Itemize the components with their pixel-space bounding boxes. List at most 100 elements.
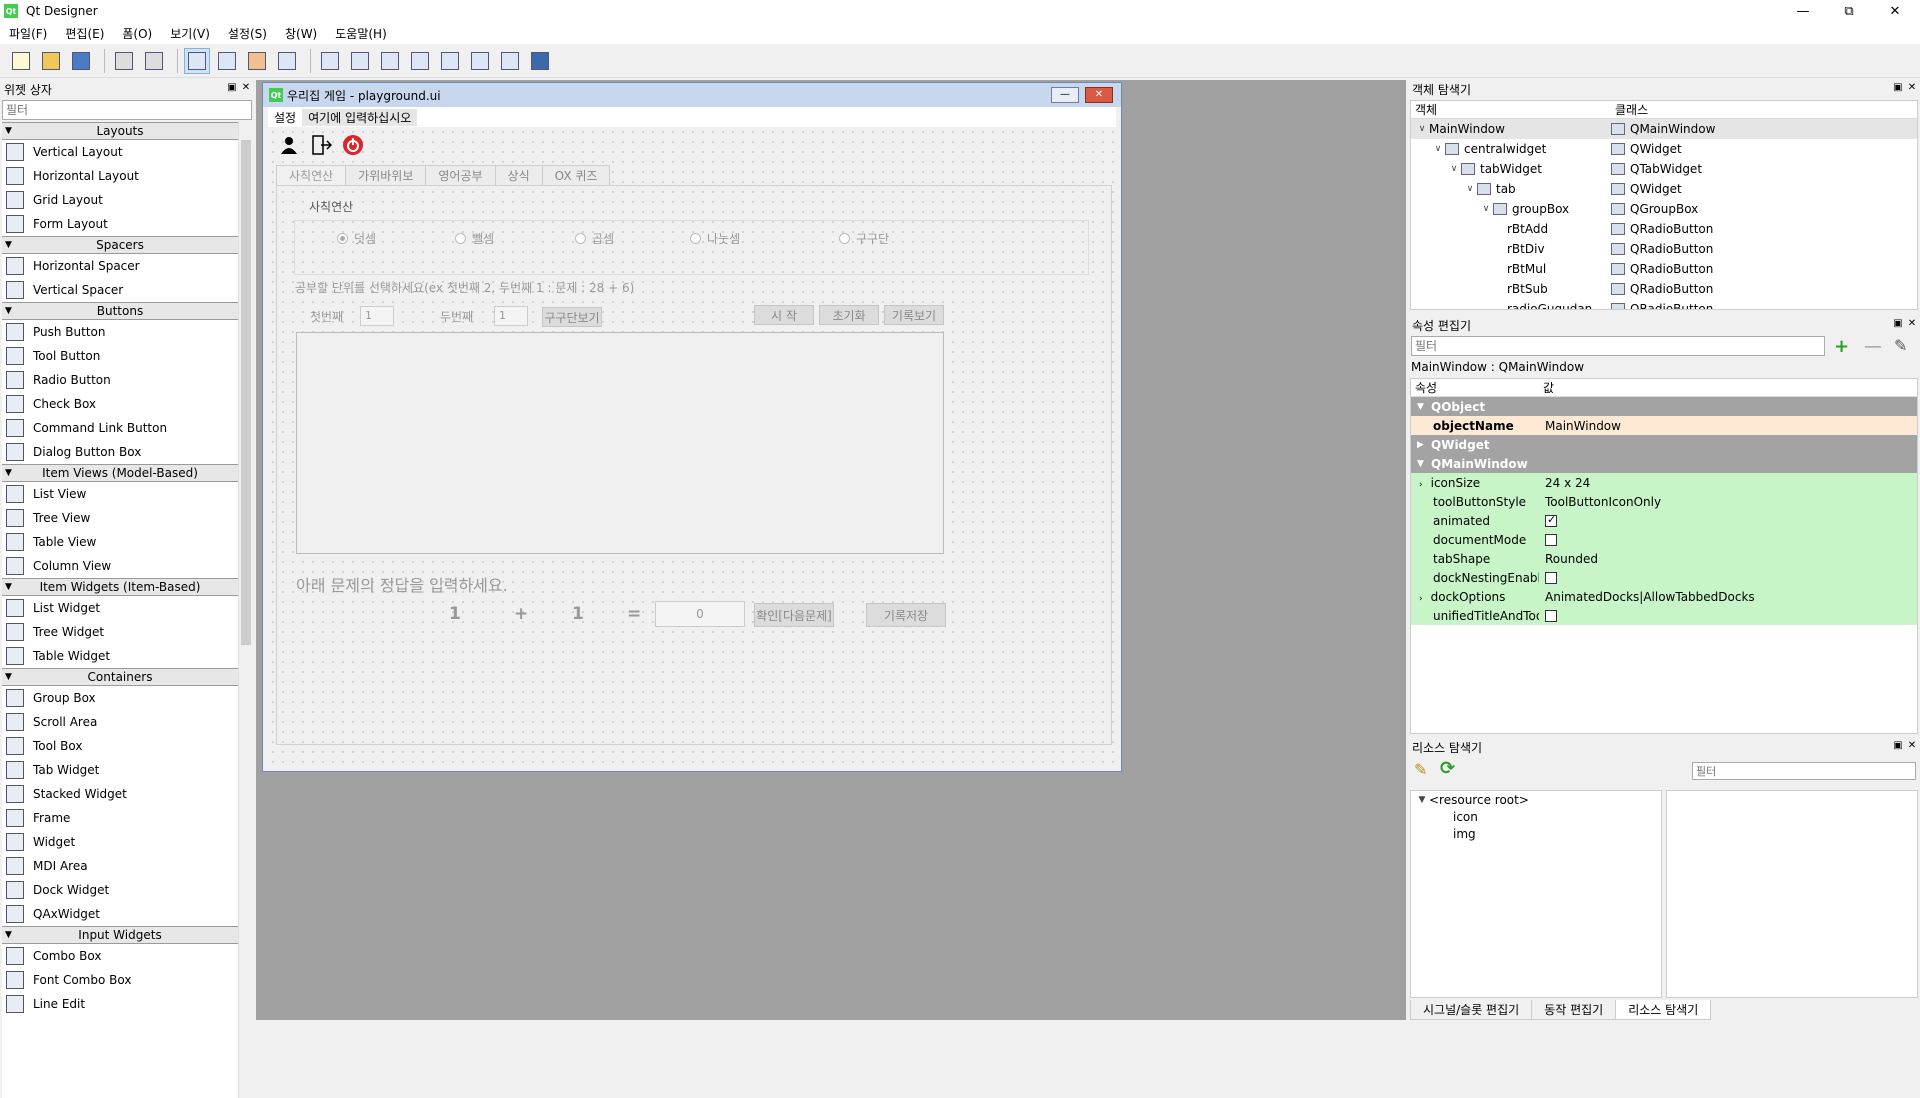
widget-item[interactable]: Tab Widget xyxy=(2,758,238,782)
widget-item[interactable]: Line Edit xyxy=(2,992,238,1016)
tab-arithmetic[interactable]: 사칙연산 xyxy=(276,165,347,185)
edit-tab-order-button[interactable] xyxy=(274,48,300,74)
property-value[interactable]: Rounded xyxy=(1539,552,1598,566)
open-file-button[interactable] xyxy=(38,48,64,74)
form-title-bar[interactable]: Qt 우리집 게임 - playground.ui — ✕ xyxy=(263,83,1121,107)
form-menu-type-here[interactable]: 여기에 입력하십시오 xyxy=(302,108,418,126)
widget-item[interactable]: List Widget xyxy=(2,596,238,620)
float-icon[interactable]: ▣ xyxy=(226,82,238,94)
radio-subtract[interactable]: 뺄셈 xyxy=(455,230,494,247)
column-value[interactable]: 값 xyxy=(1539,379,1554,396)
expand-icon[interactable]: ∨ xyxy=(1447,164,1461,174)
answer-input[interactable]: 0 xyxy=(655,601,745,627)
widget-item[interactable]: Horizontal Layout xyxy=(2,164,238,188)
edit-buddies-button[interactable] xyxy=(244,48,270,74)
form-canvas[interactable]: 설정 여기에 입력하십시오 사칙연산 가위바위보 영어공부 상식 OX 퀴즈 사… xyxy=(268,107,1116,767)
edit-widgets-button[interactable] xyxy=(184,47,210,74)
layout-form-button[interactable] xyxy=(467,48,493,74)
object-row[interactable]: ∨ centralwidget QWidget xyxy=(1411,139,1917,159)
property-value[interactable]: ToolButtonIconOnly xyxy=(1539,495,1661,509)
widget-item[interactable]: Widget xyxy=(2,830,238,854)
layout-vertical-button[interactable] xyxy=(347,48,373,74)
tab-resource-browser[interactable]: 리소스 탐색기 xyxy=(1615,1000,1712,1020)
tab-ox-quiz[interactable]: OX 퀴즈 xyxy=(541,165,611,185)
widget-item[interactable]: QAxWidget xyxy=(2,902,238,926)
close-icon[interactable]: ✕ xyxy=(240,82,252,94)
menu-help[interactable]: 도움말(H) xyxy=(326,25,396,42)
widget-item[interactable]: Frame xyxy=(2,806,238,830)
menu-file[interactable]: 파일(F) xyxy=(0,25,56,42)
tab-english[interactable]: 영어공부 xyxy=(425,165,496,185)
radio-add[interactable]: 덧셈 xyxy=(337,230,376,247)
object-row[interactable]: ∨ tab QWidget xyxy=(1411,179,1917,199)
history-button[interactable]: 기록보기 xyxy=(884,305,944,325)
expand-icon[interactable]: ∨ xyxy=(1431,144,1445,154)
tab-action-editor[interactable]: 동작 편집기 xyxy=(1531,1000,1617,1020)
group-qwidget[interactable]: ▶ QWidget xyxy=(1411,435,1917,454)
property-row[interactable]: toolButtonStyle ToolButtonIconOnly xyxy=(1411,492,1917,511)
start-button[interactable]: 시 작 xyxy=(754,305,814,325)
menu-settings[interactable]: 설정(S) xyxy=(219,25,276,42)
widget-item[interactable]: Tool Box xyxy=(2,734,238,758)
second-spinbox[interactable]: 1 xyxy=(494,306,528,326)
widget-item[interactable]: Vertical Layout xyxy=(2,140,238,164)
resource-filter-input[interactable] xyxy=(1692,762,1916,780)
expand-icon[interactable]: › xyxy=(1419,594,1423,604)
property-value[interactable] xyxy=(1539,571,1557,584)
property-value[interactable]: 24 x 24 xyxy=(1539,476,1590,490)
menu-view[interactable]: 보기(V) xyxy=(161,25,219,42)
column-object[interactable]: 객체 xyxy=(1411,101,1611,118)
expand-icon[interactable]: ∨ xyxy=(1463,184,1477,194)
widget-item[interactable]: Push Button xyxy=(2,320,238,344)
widget-item[interactable]: Command Link Button xyxy=(2,416,238,440)
group-qobject[interactable]: ▼ QObject xyxy=(1411,397,1917,416)
category-header[interactable]: ▼ Buttons xyxy=(2,302,238,320)
object-row[interactable]: rBtMul QRadioButton xyxy=(1411,259,1917,279)
resource-item[interactable]: img xyxy=(1411,825,1661,842)
object-row[interactable]: ∨ groupBox QGroupBox xyxy=(1411,199,1917,219)
save-file-button[interactable] xyxy=(68,48,94,74)
widget-item[interactable]: Tree Widget xyxy=(2,620,238,644)
category-header[interactable]: ▼ Item Views (Model-Based) xyxy=(2,464,238,482)
object-row[interactable]: rBtAdd QRadioButton xyxy=(1411,219,1917,239)
add-property-icon[interactable]: + xyxy=(1834,336,1849,357)
save-record-button[interactable]: 기록저장 xyxy=(866,603,946,627)
widget-item[interactable]: MDI Area xyxy=(2,854,238,878)
restore-button[interactable]: ⧉ xyxy=(1826,0,1872,22)
widget-item[interactable]: Tree View xyxy=(2,506,238,530)
layout-horizontal-button[interactable] xyxy=(317,48,343,74)
reload-icon[interactable]: ⟳ xyxy=(1440,758,1455,779)
widget-item[interactable]: Group Box xyxy=(2,686,238,710)
menu-window[interactable]: 창(W) xyxy=(276,25,326,42)
tab-rock-paper-scissors[interactable]: 가위바위보 xyxy=(345,165,427,185)
widget-item[interactable]: Check Box xyxy=(2,392,238,416)
float-icon[interactable]: ▣ xyxy=(1892,740,1904,752)
exit-door-icon[interactable] xyxy=(310,134,333,156)
category-header[interactable]: ▼ Spacers xyxy=(2,236,238,254)
widget-item[interactable]: Dialog Button Box xyxy=(2,440,238,464)
widget-item[interactable]: Tool Button xyxy=(2,344,238,368)
edit-signals-button[interactable] xyxy=(214,48,240,74)
property-value[interactable] xyxy=(1539,513,1557,527)
user-icon[interactable] xyxy=(278,134,300,156)
layout-h-splitter-button[interactable] xyxy=(377,48,403,74)
property-row[interactable]: objectName MainWindow xyxy=(1411,416,1917,435)
group-qmainwindow[interactable]: ▼ QMainWindow xyxy=(1411,454,1917,473)
remove-property-icon[interactable]: — xyxy=(1864,336,1882,357)
minimize-button[interactable]: — xyxy=(1780,0,1826,22)
property-row[interactable]: animated xyxy=(1411,511,1917,530)
category-header[interactable]: ▼ Layouts xyxy=(2,122,238,140)
widget-item[interactable]: Stacked Widget xyxy=(2,782,238,806)
output-text-area[interactable] xyxy=(296,332,944,554)
close-icon[interactable]: ✕ xyxy=(1906,318,1918,330)
resource-root-row[interactable]: ▼ <resource root> xyxy=(1411,791,1661,808)
layout-v-splitter-button[interactable] xyxy=(407,48,433,74)
property-value[interactable] xyxy=(1539,609,1557,622)
radio-divide[interactable]: 나눗셈 xyxy=(690,230,740,247)
menu-edit[interactable]: 편집(E) xyxy=(56,25,113,42)
radio-gugudan[interactable]: 구구단 xyxy=(839,230,889,247)
object-row[interactable]: ∨ tabWidget QTabWidget xyxy=(1411,159,1917,179)
close-icon[interactable]: ✕ xyxy=(1906,740,1918,752)
float-icon[interactable]: ▣ xyxy=(1892,318,1904,330)
property-row[interactable]: unifiedTitleAndToolB... xyxy=(1411,606,1917,625)
